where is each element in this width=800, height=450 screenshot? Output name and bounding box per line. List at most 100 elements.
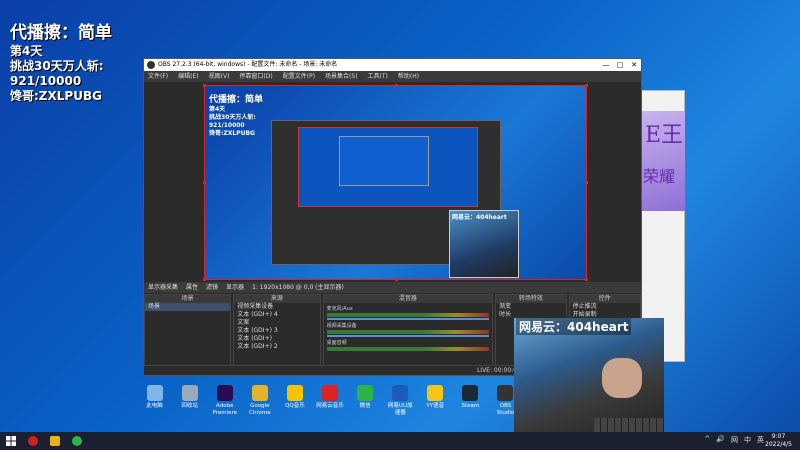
desktop-icon-label: Google Chrome [249, 403, 271, 416]
app-icon [181, 385, 198, 401]
preview-line: 第4天 [209, 106, 226, 113]
network-icon[interactable]: 网 [731, 435, 738, 445]
source-name: 显示器采集 [148, 284, 179, 291]
volume-meter [326, 347, 490, 351]
lang-icon[interactable]: 英 [757, 435, 764, 445]
obs-taskbar-icon[interactable] [22, 432, 44, 450]
desktop-icon-label: YY语音 [426, 403, 445, 409]
wechat-taskbar-icon[interactable] [66, 432, 88, 450]
transitions-header: 转场特效 [496, 295, 566, 303]
menu-edit[interactable]: 编辑(E) [178, 71, 198, 82]
stop-streaming-button[interactable]: 停止推流 [570, 303, 640, 311]
windows-icon [6, 436, 16, 446]
resize-handle[interactable] [395, 278, 398, 281]
desktop-icon[interactable]: 网易云音乐 [315, 385, 344, 429]
source-toolbar: 显示器采集 属性 滤镜 显示器 1: 1920x1080 @ 0,0 (主显示器… [144, 282, 641, 293]
desktop-icon[interactable]: 网易UU加速器 [386, 385, 415, 429]
obs-logo-icon [147, 61, 155, 69]
source-item[interactable]: 文本 (GDI+) [234, 335, 319, 343]
resize-handle[interactable] [585, 181, 588, 184]
desktop-icon[interactable]: YY语音 [421, 385, 450, 429]
source-item[interactable]: 文本 (GDI+) 3 [234, 327, 319, 335]
clock-date: 2022/4/5 [765, 441, 792, 448]
nested-canvas-deep [339, 136, 429, 186]
menu-file[interactable]: 文件(F) [148, 71, 168, 82]
preview-line: 挑战30天万人斩: [209, 114, 256, 121]
system-tray: ^ 🔊 网 中 英 [704, 435, 764, 445]
close-button[interactable]: ✕ [627, 59, 641, 71]
preview-canvas[interactable]: 代播擦：简单 第4天 挑战30天万人斩: 921/10000 馋哥:ZXLPUB… [203, 84, 588, 281]
properties-button[interactable]: 属性 [186, 282, 198, 293]
desktop-icon-label: 网易云音乐 [316, 403, 344, 409]
menu-tools[interactable]: 工具(T) [368, 71, 388, 82]
preview-webcam[interactable]: 网易云：404heart [449, 210, 519, 278]
source-item[interactable]: 文本 (GDI+) 4 [234, 311, 319, 319]
desktop-icon-label: 网易UU加速器 [387, 403, 413, 416]
resize-handle[interactable] [585, 278, 588, 281]
scene-item[interactable]: 场景 [145, 303, 231, 311]
clock-time: 9:07 [771, 433, 786, 440]
source-item[interactable]: 文本 (GDI+) 2 [234, 343, 319, 351]
filters-button[interactable]: 滤镜 [206, 282, 218, 293]
resize-handle[interactable] [585, 84, 588, 87]
source-item[interactable]: 视频采集设备 [234, 303, 319, 311]
maximize-button[interactable]: □ [613, 59, 627, 71]
desktop-icon[interactable]: 回收站 [175, 385, 204, 429]
minimize-button[interactable]: — [599, 59, 613, 71]
preview-line: 馋哥:ZXLPUBG [209, 130, 255, 137]
volume-meter [326, 313, 490, 317]
resize-handle[interactable] [203, 278, 206, 281]
clock[interactable]: 9:07 2022/4/5 [765, 433, 792, 449]
app-icon [427, 385, 444, 401]
scenes-dock: 场景 场景 [144, 294, 232, 366]
sources-header: 来源 [234, 295, 320, 303]
yy-taskbar-icon[interactable] [44, 432, 66, 450]
resize-handle[interactable] [203, 181, 206, 184]
overlay-line-progress: 921/10000 [10, 74, 82, 88]
ime-icon[interactable]: 中 [744, 435, 751, 445]
controls-header: 控件 [569, 295, 640, 303]
mixer-dock: 混音器 麦克风/Aux 视频采集设备 桌面音频 [322, 294, 494, 366]
desktop-icon-label: 此电脑 [146, 403, 163, 409]
banner-text-1: E王 [645, 123, 684, 148]
menu-profile[interactable]: 配置文件(P) [283, 71, 315, 82]
obs-window-title: OBS 27.2.3 (64-bit, windows) - 配置文件: 未命名… [158, 61, 338, 68]
volume-fader[interactable] [326, 318, 490, 320]
desktop-icon-label: Steam [461, 403, 480, 409]
transition-select[interactable]: 渐变 [496, 303, 565, 311]
menu-docks[interactable]: 停靠窗口(D) [239, 71, 272, 82]
resize-handle[interactable] [203, 84, 206, 87]
menu-help[interactable]: 帮助(H) [398, 71, 419, 82]
volume-icon[interactable]: 🔊 [716, 435, 725, 445]
source-item[interactable]: 文案 [234, 319, 319, 327]
app-icon [286, 385, 303, 401]
app-icon [322, 385, 339, 401]
app-icon [462, 385, 479, 401]
display-select[interactable]: 1: 1920x1080 @ 0,0 (主显示器) [252, 282, 344, 293]
overlay-line-day: 第4天 [10, 44, 43, 58]
obs-menubar: 文件(F) 编辑(E) 视图(V) 停靠窗口(D) 配置文件(P) 场景集合(S… [144, 71, 641, 82]
overlay-line-id: 馋哥:ZXLPUBG [10, 89, 102, 103]
overlay-title: 代播擦：简单 [10, 23, 112, 43]
desktop-icon[interactable]: 微信 [351, 385, 380, 429]
desktop-icon-label: 回收站 [181, 403, 198, 409]
app-icon [357, 385, 374, 401]
volume-fader[interactable] [326, 335, 490, 337]
desktop-icon[interactable]: Steam [456, 385, 485, 429]
desktop-icon[interactable]: QQ音乐 [280, 385, 309, 429]
app-icon [251, 385, 268, 401]
desktop-icon-label: QQ音乐 [285, 403, 305, 409]
desktop-icon[interactable]: 此电脑 [140, 385, 169, 429]
menu-scene-collection[interactable]: 场景集合(S) [325, 71, 358, 82]
menu-view[interactable]: 视图(V) [209, 71, 230, 82]
banner-text-2: 荣耀 [643, 167, 676, 186]
desktop-icon[interactable]: Adobe Premiere [210, 385, 239, 429]
hand-image [602, 358, 642, 398]
preview-area[interactable]: 代播擦：简单 第4天 挑战30天万人斩: 921/10000 馋哥:ZXLPUB… [144, 82, 641, 282]
desktop-icon[interactable]: Google Chrome [245, 385, 274, 429]
sources-dock: 来源 视频采集设备 文本 (GDI+) 4 文案 文本 (GDI+) 3 文本 … [233, 294, 321, 366]
start-button[interactable] [0, 432, 22, 450]
obs-titlebar[interactable]: OBS 27.2.3 (64-bit, windows) - 配置文件: 未命名… [144, 59, 641, 71]
tray-expand-icon[interactable]: ^ [704, 435, 710, 445]
resize-handle[interactable] [395, 84, 398, 87]
